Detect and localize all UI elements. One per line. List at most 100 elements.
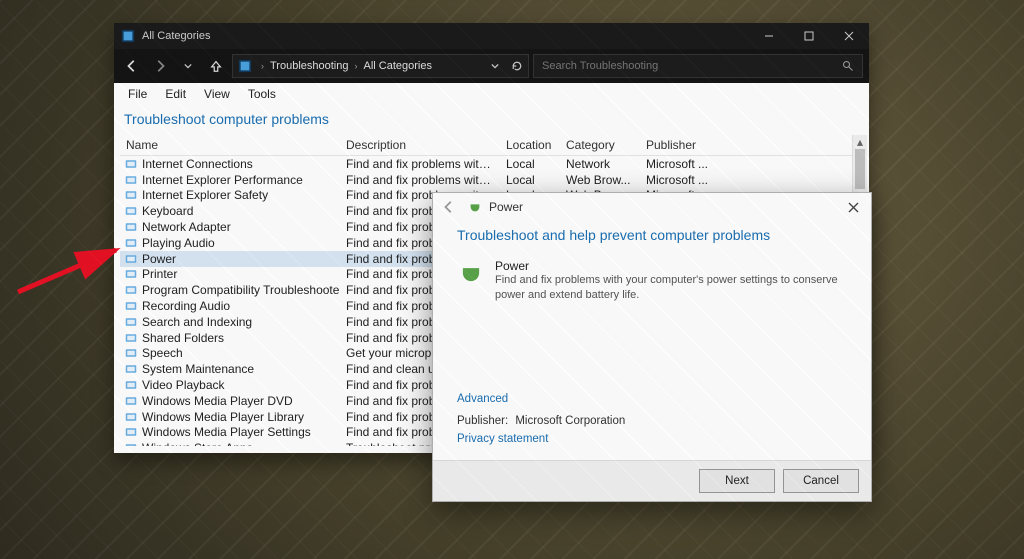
power-troubleshooter-wizard: Power Troubleshoot and help prevent comp… [432, 192, 872, 502]
menu-view[interactable]: View [196, 85, 238, 103]
col-category[interactable]: Category [560, 135, 640, 155]
search-input[interactable] [540, 59, 840, 73]
item-name: Windows Media Player DVD [142, 394, 293, 408]
troubleshooter-icon [124, 315, 138, 329]
item-publisher: Microsoft ... [640, 157, 720, 171]
window-title: All Categories [142, 30, 210, 42]
minimize-button[interactable] [749, 23, 789, 49]
section-heading: Troubleshoot computer problems [114, 105, 869, 135]
table-row[interactable]: Internet Connections Find and fix problem… [120, 156, 863, 172]
troubleshooter-icon [124, 394, 138, 408]
troubleshooter-icon [124, 362, 138, 376]
publisher-value: Microsoft Corporation [515, 415, 625, 427]
wizard-titlebar[interactable]: Power [433, 193, 871, 221]
item-description: Find and fix problems with Intern... [340, 173, 500, 187]
annotation-arrow-icon [14, 242, 124, 302]
troubleshooter-icon [124, 267, 138, 281]
titlebar[interactable]: All Categories [114, 23, 869, 49]
control-panel-icon [120, 28, 136, 44]
wizard-title: Power [489, 200, 523, 214]
close-button[interactable] [829, 23, 869, 49]
item-name: Internet Explorer Safety [142, 188, 268, 202]
search-icon [840, 58, 856, 74]
desktop-wallpaper: All Categories › Troubleshooting › All C… [0, 0, 1024, 559]
power-plug-icon [467, 199, 483, 215]
troubleshooter-icon [124, 236, 138, 250]
troubleshooter-icon [124, 252, 138, 266]
control-panel-icon [237, 58, 253, 74]
publisher-label: Publisher: [457, 415, 508, 427]
item-description: Find and fix problems with conne... [340, 157, 500, 171]
col-description[interactable]: Description [340, 135, 500, 155]
menu-edit[interactable]: Edit [157, 85, 194, 103]
troubleshooter-icon [124, 441, 138, 446]
cancel-button[interactable]: Cancel [783, 469, 859, 493]
item-publisher: Microsoft ... [640, 173, 720, 187]
column-headers: Name Description Location Category Publi… [120, 135, 863, 156]
troubleshooter-icon [124, 220, 138, 234]
address-dropdown[interactable] [484, 55, 506, 77]
item-name: Video Playback [142, 378, 225, 392]
menu-file[interactable]: File [120, 85, 155, 103]
wizard-close-button[interactable] [839, 195, 867, 219]
address-bar[interactable]: › Troubleshooting › All Categories [232, 54, 529, 78]
troubleshooter-icon [124, 299, 138, 313]
back-button[interactable] [120, 54, 144, 78]
item-name: Power [142, 252, 176, 266]
item-name: Program Compatibility Troubleshooter [142, 283, 340, 297]
troubleshooter-icon [124, 283, 138, 297]
item-name: Shared Folders [142, 331, 224, 345]
breadcrumb-root[interactable]: Troubleshooting [268, 60, 350, 72]
menubar: File Edit View Tools [114, 83, 869, 105]
next-button[interactable]: Next [699, 469, 775, 493]
troubleshooter-icon [124, 188, 138, 202]
wizard-heading: Troubleshoot and help prevent computer p… [457, 227, 847, 243]
troubleshooter-icon [124, 378, 138, 392]
scroll-thumb[interactable] [855, 149, 865, 189]
col-location[interactable]: Location [500, 135, 560, 155]
col-name[interactable]: Name [120, 135, 340, 155]
item-name: Windows Media Player Library [142, 410, 304, 424]
item-name: Internet Explorer Performance [142, 173, 303, 187]
col-publisher[interactable]: Publisher [640, 135, 720, 155]
breadcrumb-current[interactable]: All Categories [361, 60, 433, 72]
item-name: Network Adapter [142, 220, 231, 234]
troubleshooter-icon [124, 331, 138, 345]
item-name: Recording Audio [142, 299, 230, 313]
troubleshooter-icon [124, 173, 138, 187]
menu-tools[interactable]: Tools [240, 85, 284, 103]
power-plug-icon [457, 259, 485, 287]
navbar: › Troubleshooting › All Categories [114, 49, 869, 83]
item-name: Printer [142, 267, 177, 281]
wizard-back-button[interactable] [437, 195, 461, 219]
item-name: Speech [142, 346, 183, 360]
scroll-up-arrow-icon[interactable]: ▴ [853, 135, 867, 149]
item-name: Windows Media Player Settings [142, 425, 311, 439]
troubleshooter-icon [124, 157, 138, 171]
troubleshooter-icon [124, 410, 138, 424]
item-category: Network [560, 157, 640, 171]
wizard-item-desc: Find and fix problems with your computer… [495, 273, 847, 303]
troubleshooter-icon [124, 346, 138, 360]
troubleshooter-icon [124, 204, 138, 218]
up-button[interactable] [204, 54, 228, 78]
item-name: Playing Audio [142, 236, 215, 250]
search-box[interactable] [533, 54, 863, 78]
item-location: Local [500, 157, 560, 171]
recent-dropdown[interactable] [176, 54, 200, 78]
item-location: Local [500, 173, 560, 187]
refresh-button[interactable] [506, 55, 528, 77]
forward-button[interactable] [148, 54, 172, 78]
maximize-button[interactable] [789, 23, 829, 49]
item-category: Web Brow... [560, 173, 640, 187]
table-row[interactable]: Internet Explorer Performance Find and fi… [120, 172, 863, 188]
advanced-link[interactable]: Advanced [457, 393, 847, 405]
item-name: Windows Store Apps [142, 441, 253, 446]
item-name: Search and Indexing [142, 315, 252, 329]
item-name: System Maintenance [142, 362, 254, 376]
privacy-statement-link[interactable]: Privacy statement [457, 433, 847, 445]
item-name: Keyboard [142, 204, 193, 218]
wizard-item-name: Power [495, 259, 847, 273]
troubleshooter-icon [124, 425, 138, 439]
item-name: Internet Connections [142, 157, 253, 171]
